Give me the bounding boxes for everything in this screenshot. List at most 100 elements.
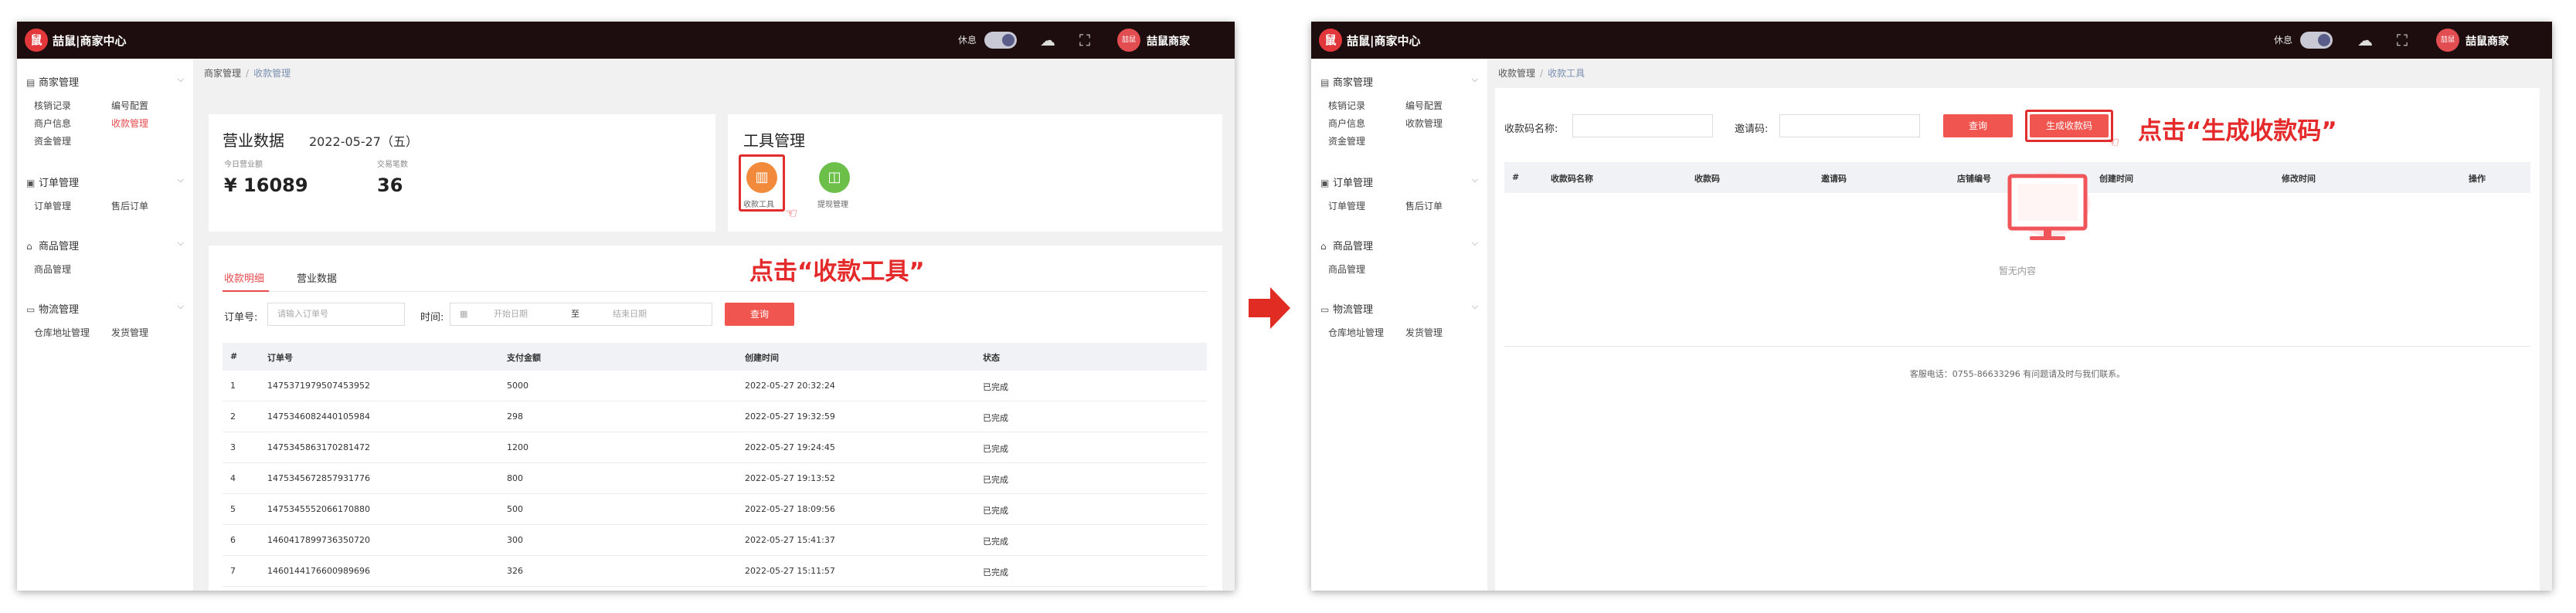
sidebar-item-number-config[interactable]: 编号配置 [111,99,189,112]
withdraw-management-label[interactable]: 提现管理 [817,198,848,209]
table-cell: 800 [507,473,523,483]
rest-toggle[interactable] [984,32,1017,49]
avatar[interactable]: 喆鼠 [2436,29,2459,52]
fullscreen-icon[interactable]: ⛶ [2393,31,2411,49]
code-name-input[interactable] [1572,114,1713,137]
table-cell: 2 [230,411,236,422]
menu-title-order[interactable]: ▣ 订单管理 ⌵ [26,174,187,190]
sidebar-item-order-management[interactable]: 订单管理 [1328,199,1405,212]
date-range-picker[interactable]: ▦ 开始日期 至 结束日期 [450,303,712,326]
truck-icon: ▭ [26,304,36,315]
sidebar-item-warehouse-address[interactable]: 仓库地址管理 [34,326,111,339]
menu-title-logistics[interactable]: ▭ 物流管理 ⌵ [1320,301,1481,317]
cloud-icon[interactable]: ☁ [2356,31,2374,49]
sales-title: 营业数据 [223,131,284,150]
table-row: 4 1475345672857931776 800 2022-05-27 19:13:… [223,463,1207,494]
shop-name[interactable]: 喆鼠商家 [1147,33,1190,49]
column-header: 收款码 [1694,174,1720,184]
menu-group-goods: ⌂ 商品管理 ⌵ 商品管理 [1320,238,1481,276]
query-button[interactable]: 查询 [725,303,794,326]
sidebar-item-after-sale[interactable]: 售后订单 [1405,199,1483,212]
table-cell: 2022-05-27 19:24:45 [745,442,835,452]
cloud-icon[interactable]: ☁ [1038,31,1057,49]
sidebar-item-goods-management[interactable]: 商品管理 [34,262,111,276]
chevron-down-icon: ⌵ [177,238,184,248]
shop-name[interactable]: 喆鼠商家 [2466,33,2509,49]
invite-code-input[interactable] [1779,114,1920,137]
logo-icon: 鼠 [1319,29,1342,52]
table-cell: 5 [230,504,236,514]
rest-label: 休息 [2274,35,2293,46]
table-cell: 4 [230,473,236,483]
hand-pointer-icon: ☜ [2107,134,2120,151]
table-cell: 298 [507,411,523,422]
end-date-input[interactable]: 结束日期 [613,303,647,325]
sidebar-item-order-management[interactable]: 订单管理 [34,199,111,212]
menu-group-order: ▣ 订单管理 ⌵ 订单管理 售后订单 [26,174,187,212]
sidebar-item-verify-records[interactable]: 核销记录 [1328,99,1405,112]
sidebar-item-warehouse-address[interactable]: 仓库地址管理 [1328,326,1405,339]
table-cell: 2022-05-27 20:32:24 [745,381,835,391]
range-separator: 至 [571,309,579,319]
breadcrumb-item[interactable]: 收款管理 [1498,68,1535,79]
table-row: 7 1460144176600989696 326 2022-05-27 15:11:… [223,556,1207,587]
tab-payment-details[interactable]: 收款明细 [224,270,264,285]
payment-tool-highlight [739,154,785,212]
menu-group-merchant: ▤ 商家管理 ⌵ 核销记录 编号配置 商户信息 收款管理 资金管理 [26,74,187,147]
sidebar-item-payment-management[interactable]: 收款管理 [1405,117,1483,130]
menu-title-goods[interactable]: ⌂ 商品管理 ⌵ [1320,238,1481,253]
transaction-count-value: 36 [377,174,403,196]
menu-title-merchant[interactable]: ▤ 商家管理 ⌵ [26,74,187,90]
store-icon: ▤ [1320,77,1330,88]
menu-title-goods[interactable]: ⌂ 商品管理 ⌵ [26,238,187,253]
query-button[interactable]: 查询 [1943,114,2013,137]
avatar[interactable]: 喆鼠 [1117,29,1140,52]
table-cell: 1475345552066170880 [267,504,370,514]
breadcrumb-item[interactable]: 商家管理 [204,68,241,79]
chevron-down-icon: ⌵ [1471,174,1478,185]
payment-details-card: 收款明细 营业数据 订单号: 请输入订单号 时间: ▦ 开始日期 至 结束日期 … [209,246,1222,591]
menu-title-logistics[interactable]: ▭ 物流管理 ⌵ [26,301,187,317]
sidebar-item-merchant-info[interactable]: 商户信息 [1328,117,1405,130]
menu-group-goods: ⌂ 商品管理 ⌵ 商品管理 [26,238,187,276]
sidebar-item-verify-records[interactable]: 核销记录 [34,99,111,112]
table-header: # 订单号 支付金额 创建时间 状态 [223,343,1207,371]
tab-sales-data[interactable]: 营业数据 [297,270,337,285]
table-cell: 1475346082440105984 [267,411,370,422]
sidebar-item-fund-management[interactable]: 资金管理 [34,134,111,147]
table-cell: 已完成 [983,506,1008,516]
sidebar-item-number-config[interactable]: 编号配置 [1405,99,1483,112]
order-number-input[interactable]: 请输入订单号 [267,303,405,326]
column-header: 邀请码 [1821,174,1847,184]
column-header: 操作 [2469,174,2486,184]
chevron-down-icon: ⌵ [1471,238,1478,248]
sidebar-item-payment-management[interactable]: 收款管理 [111,117,189,130]
time-label: 时间: [420,312,444,323]
top-bar: 鼠 喆鼠|商家中心 休息 ☁ ⛶ 喆鼠 喆鼠商家 [1311,22,2552,59]
sales-date: 2022-05-27（五） [309,134,418,149]
fullscreen-icon[interactable]: ⛶ [1076,31,1094,49]
menu-title-order[interactable]: ▣ 订单管理 ⌵ [1320,174,1481,190]
transaction-count-label: 交易笔数 [377,161,408,169]
sidebar-item-shipping-management[interactable]: 发货管理 [1405,326,1483,339]
rest-toggle[interactable] [2300,32,2333,49]
start-date-input[interactable]: 开始日期 [494,303,528,325]
table-cell: 已完成 [983,382,1008,392]
column-header: # [1512,172,1520,182]
column-header: 支付金额 [507,353,541,363]
sidebar-item-shipping-management[interactable]: 发货管理 [111,326,189,339]
sidebar-item-fund-management[interactable]: 资金管理 [1328,134,1405,147]
table-cell: 已完成 [983,413,1008,423]
table-row: 2 1475346082440105984 298 2022-05-27 19:32:… [223,401,1207,432]
column-header: 创建时间 [745,353,779,363]
table-cell: 已完成 [983,475,1008,485]
cup-icon[interactable]: ◫ [819,162,850,193]
calendar-icon: ▦ [460,309,468,319]
sidebar-item-merchant-info[interactable]: 商户信息 [34,117,111,130]
sidebar-item-after-sale[interactable]: 售后订单 [111,199,189,212]
menu-title-merchant[interactable]: ▤ 商家管理 ⌵ [1320,74,1481,90]
sidebar-item-goods-management[interactable]: 商品管理 [1328,262,1405,276]
column-header: 修改时间 [2282,174,2316,184]
menu-group-logistics: ▭ 物流管理 ⌵ 仓库地址管理 发货管理 [26,301,187,339]
chevron-down-icon: ⌵ [1471,301,1478,311]
